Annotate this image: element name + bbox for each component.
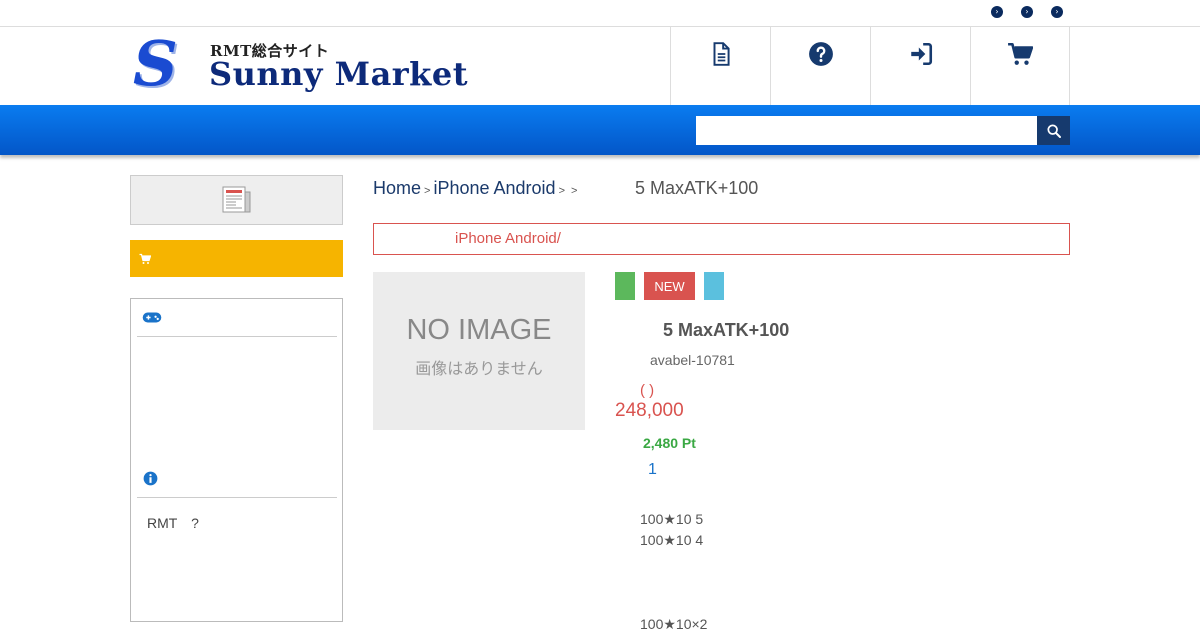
site-logo[interactable]: S RMT総合サイト Sunny Market	[133, 33, 467, 97]
product-detail-line: 100★10 4	[640, 532, 704, 548]
noimage-subtitle: 画像はありません	[415, 361, 543, 378]
search-button[interactable]	[1037, 116, 1070, 145]
site-header: S RMT総合サイト Sunny Market	[0, 27, 1200, 105]
search-input[interactable]	[696, 116, 1037, 145]
search-band	[0, 105, 1200, 155]
product-title: 5 MaxATK+100	[663, 320, 790, 340]
sidebar-panel: RMT ?	[130, 298, 343, 622]
newspaper-icon	[222, 186, 250, 213]
breadcrumb-separator: >	[571, 185, 578, 197]
sidebar-rmt-link[interactable]: RMT ?	[147, 513, 199, 533]
chevron-right-icon[interactable]: ›	[1051, 6, 1063, 18]
sidebar-cart-bar[interactable]	[130, 240, 343, 277]
breadcrumb-current: 5 MaxATK+100	[635, 178, 759, 198]
status-badge-green	[615, 272, 635, 300]
nav-login-button[interactable]	[870, 27, 970, 105]
document-icon	[713, 42, 730, 66]
nav-help-button[interactable]	[770, 27, 870, 105]
info-icon	[143, 471, 158, 485]
product-price: 248,000	[615, 400, 684, 421]
cart-icon	[1008, 42, 1033, 65]
search-icon	[1046, 123, 1061, 138]
breadcrumb-separator: >	[424, 185, 431, 197]
category-notice: iPhone Android/	[373, 223, 1070, 255]
logo-mark: S	[133, 27, 178, 100]
breadcrumb: Home > iPhone Android > > 5 MaxATK+100	[373, 178, 758, 199]
breadcrumb-category[interactable]: iPhone Android	[433, 178, 555, 198]
cart-icon	[139, 253, 151, 264]
chevron-right-icon[interactable]: ›	[1021, 6, 1033, 18]
product-points: 2,480 Pt	[643, 435, 696, 451]
product-quantity: 1	[648, 461, 657, 478]
breadcrumb-separator: >	[558, 185, 565, 197]
noimage-title: NO IMAGE	[406, 314, 552, 346]
gamepad-icon	[142, 312, 162, 323]
top-utility-bar: › › ›	[0, 0, 1200, 27]
sidebar-game-section-header	[137, 299, 337, 337]
product-code: avabel-10781	[650, 352, 735, 368]
nav-cart-button[interactable]	[970, 27, 1070, 105]
nav-guide-button[interactable]	[670, 27, 770, 105]
breadcrumb-home[interactable]: Home	[373, 178, 421, 198]
product-detail-line: 100★10×2	[640, 616, 708, 632]
sidebar-news-banner[interactable]	[130, 175, 343, 225]
product-detail-line: 100★10 5	[640, 511, 704, 527]
logo-brand-name: Sunny Market	[209, 55, 468, 93]
chevron-right-icon[interactable]: ›	[991, 6, 1003, 18]
price-note: ( )	[640, 382, 655, 399]
sidebar-info-section-header	[137, 459, 337, 498]
status-badge-blue	[704, 272, 724, 300]
question-icon	[808, 42, 833, 66]
product-image-placeholder: NO IMAGE 画像はありません	[373, 272, 585, 430]
login-icon	[910, 42, 932, 66]
new-badge: NEW	[644, 272, 695, 300]
